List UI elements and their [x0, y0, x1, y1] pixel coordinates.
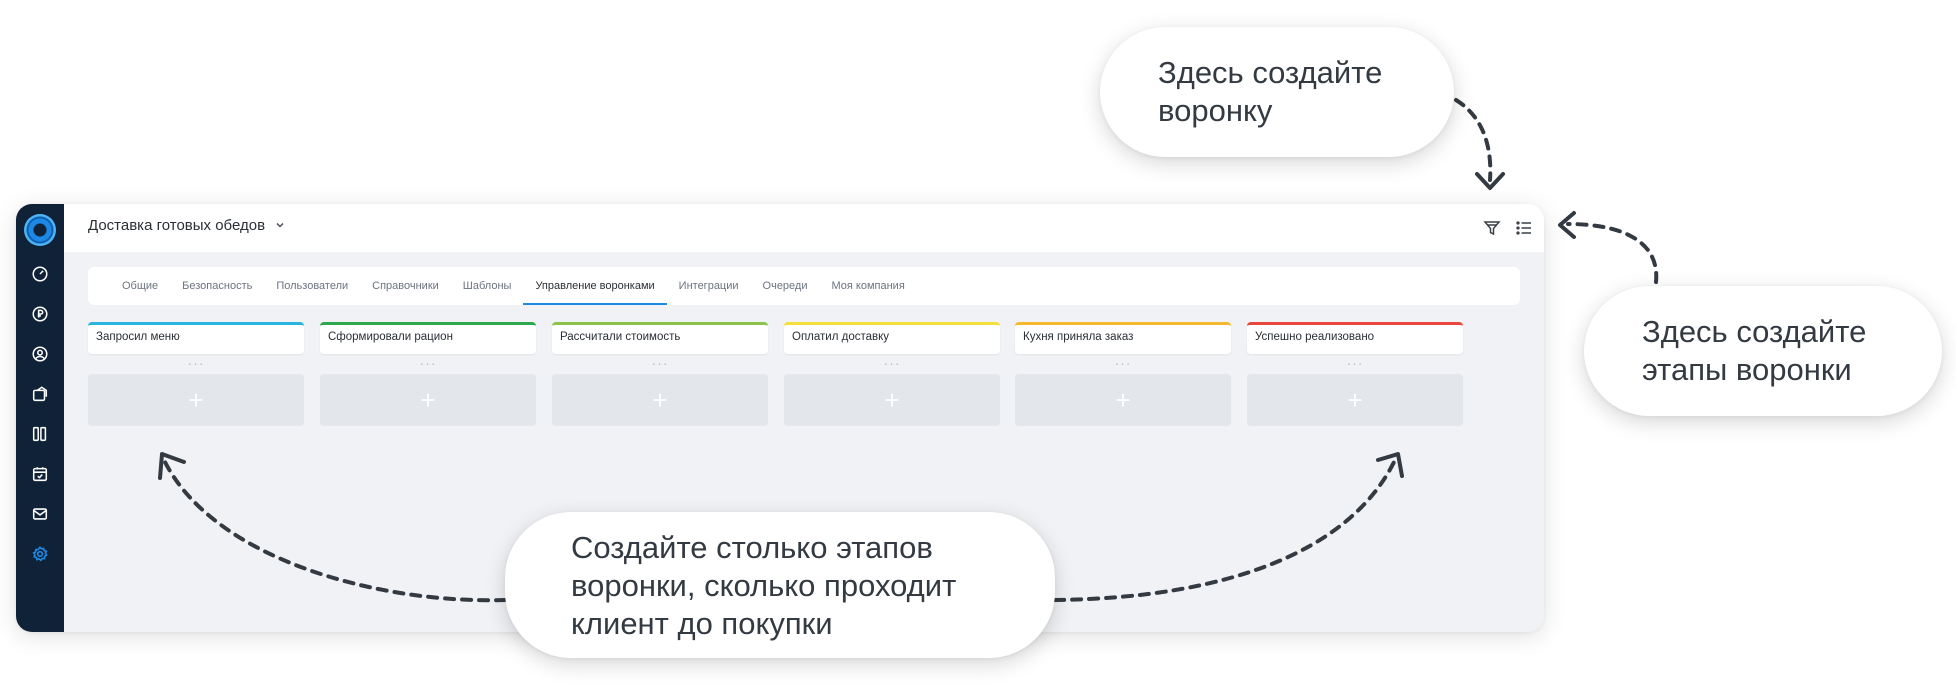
- stage-column: Сформировали рацион ··· +: [320, 322, 536, 426]
- add-card-button[interactable]: +: [552, 374, 768, 426]
- tab-general[interactable]: Общие: [110, 267, 170, 305]
- stage-header[interactable]: Рассчитали стоимость: [552, 322, 768, 354]
- list-view-icon[interactable]: [1514, 218, 1534, 238]
- callout-stages-hint: Создайте столько этапов воронки, сколько…: [505, 512, 1055, 658]
- callout-line: Создайте столько этапов: [571, 530, 933, 565]
- tab-users[interactable]: Пользователи: [264, 267, 360, 305]
- arrow-to-filter: [1454, 98, 1493, 182]
- chevron-down-icon: [275, 217, 285, 234]
- add-card-button[interactable]: +: [320, 374, 536, 426]
- callout-create-stages: Здесь создайте этапы воронки: [1584, 286, 1942, 416]
- callout-line: воронки, сколько проходит: [571, 568, 957, 603]
- mail-icon[interactable]: [30, 504, 50, 524]
- arrowhead-down: [1475, 172, 1505, 190]
- stage-header[interactable]: Оплатил доставку: [784, 322, 1000, 354]
- tab-queues[interactable]: Очереди: [751, 267, 820, 305]
- arrow-to-list-view: [1566, 222, 1659, 284]
- settings-tabs: Общие Безопасность Пользователи Справочн…: [88, 267, 1520, 305]
- tab-security[interactable]: Безопасность: [170, 267, 264, 305]
- stage-more-icon[interactable]: ···: [320, 354, 536, 374]
- stage-more-icon[interactable]: ···: [784, 354, 1000, 374]
- arrowhead-left: [1558, 211, 1576, 239]
- tab-pipeline-management[interactable]: Управление воронками: [523, 267, 667, 305]
- stage-header[interactable]: Кухня приняла заказ: [1015, 322, 1231, 354]
- settings-icon[interactable]: [30, 544, 50, 564]
- currency-icon[interactable]: [30, 304, 50, 324]
- calendar-icon[interactable]: [30, 464, 50, 484]
- pipeline-selector[interactable]: Доставка готовых обедов: [88, 217, 285, 234]
- deals-icon[interactable]: [30, 384, 50, 404]
- sidebar: [16, 204, 64, 632]
- header: Доставка готовых обедов: [64, 204, 1544, 252]
- add-card-button[interactable]: +: [784, 374, 1000, 426]
- filter-icon[interactable]: [1482, 218, 1502, 238]
- logo-icon[interactable]: [24, 214, 56, 246]
- callout-line: этапы воронки: [1642, 352, 1852, 387]
- stage-header[interactable]: Успешно реализовано: [1247, 322, 1463, 354]
- stage-more-icon[interactable]: ···: [88, 354, 304, 374]
- kanban-icon[interactable]: [30, 424, 50, 444]
- stage-header[interactable]: Сформировали рацион: [320, 322, 536, 354]
- stage-more-icon[interactable]: ···: [1015, 354, 1231, 374]
- tab-directories[interactable]: Справочники: [360, 267, 451, 305]
- add-card-button[interactable]: +: [88, 374, 304, 426]
- stage-column: Успешно реализовано ··· +: [1247, 322, 1463, 426]
- stage-header[interactable]: Запросил меню: [88, 322, 304, 354]
- stage-column: Кухня приняла заказ ··· +: [1015, 322, 1231, 426]
- add-card-button[interactable]: +: [1015, 374, 1231, 426]
- tab-templates[interactable]: Шаблоны: [451, 267, 524, 305]
- tab-integrations[interactable]: Интеграции: [667, 267, 751, 305]
- callout-line: клиент до покупки: [571, 606, 833, 641]
- callout-line: воронку: [1158, 93, 1273, 128]
- stage-more-icon[interactable]: ···: [552, 354, 768, 374]
- callout-create-pipeline: Здесь создайте воронку: [1100, 27, 1454, 157]
- tab-my-company[interactable]: Моя компания: [820, 267, 917, 305]
- callout-line: Здесь создайте: [1158, 55, 1383, 90]
- dashboard-icon[interactable]: [30, 264, 50, 284]
- stage-column: Запросил меню ··· +: [88, 322, 304, 426]
- contacts-icon[interactable]: [30, 344, 50, 364]
- stage-column: Рассчитали стоимость ··· +: [552, 322, 768, 426]
- pipeline-name: Доставка готовых обедов: [88, 217, 266, 234]
- callout-line: Здесь создайте: [1642, 314, 1867, 349]
- stage-more-icon[interactable]: ···: [1247, 354, 1463, 374]
- stage-column: Оплатил доставку ··· +: [784, 322, 1000, 426]
- add-card-button[interactable]: +: [1247, 374, 1463, 426]
